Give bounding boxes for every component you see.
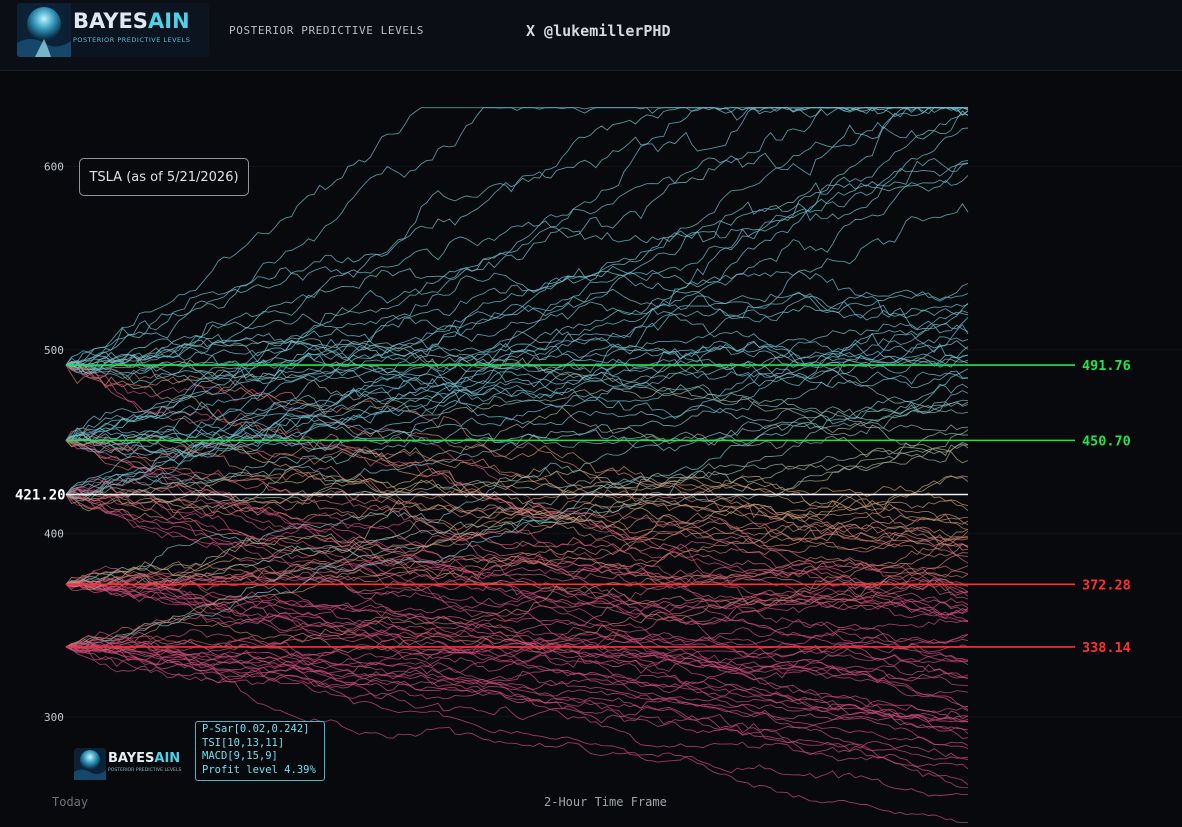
social-handle[interactable]: X @lukemillerPHD (526, 22, 671, 40)
level-label-2: 372.28 (1082, 577, 1131, 593)
sim-path (65, 107, 968, 366)
y-tick-label-400: 400 (44, 527, 64, 540)
info-line-psar: P-Sar[0.02,0.242] (202, 723, 310, 735)
mini-logo-title: BAYESAIN (108, 751, 181, 766)
info-line-macd: MACD[9,15,9] (202, 750, 278, 762)
sim-path (65, 160, 969, 441)
y-tick-label-600: 600 (44, 160, 64, 173)
mini-logo-subtitle: POSTERIOR PREDICTIVE LEVELS (108, 768, 182, 773)
logo-subtitle: POSTERIOR PREDICTIVE LEVELS (73, 36, 191, 44)
simulated-paths (65, 107, 969, 824)
sim-path (65, 202, 969, 441)
x-axis-label: 2-Hour Time Frame (544, 795, 667, 809)
bayesain-logo-icon (17, 3, 71, 57)
info-line-profit: Profit level 4.39% (202, 763, 316, 776)
nav-title[interactable]: POSTERIOR PREDICTIVE LEVELS (229, 24, 424, 37)
y-tick-label-500: 500 (44, 344, 64, 357)
sim-path (65, 302, 969, 452)
y-tick-label-300: 300 (44, 711, 64, 724)
indicator-info-box: P-Sar[0.02,0.242] TSI[10,13,11] MACD[9,1… (195, 721, 325, 781)
sim-path (65, 270, 969, 371)
sim-path (65, 552, 969, 654)
mini-logo: BAYESAIN POSTERIOR PREDICTIVE LEVELS (74, 747, 192, 783)
ticker-label-box: TSLA (as of 5/21/2026) (79, 158, 249, 196)
level-label-3: 338.14 (1082, 640, 1131, 656)
level-label-0: 491.76 (1082, 358, 1131, 374)
sim-path (65, 583, 969, 617)
grid-lines (40, 165, 1182, 718)
sim-path (65, 468, 969, 511)
level-label-1: 450.70 (1082, 433, 1131, 449)
top-bar: BAYESAIN POSTERIOR PREDICTIVE LEVELS POS… (0, 0, 1182, 71)
y-axis-ticks: 300 400 500 600 (44, 160, 64, 723)
current-price-label: 421.20 (15, 488, 66, 504)
x-axis-start-label: Today (52, 795, 89, 809)
info-line-tsi: TSI[10,13,11] (202, 736, 285, 749)
mini-logo-icon (74, 748, 106, 780)
sim-path (65, 530, 969, 648)
logo-title: BAYESAIN (73, 9, 190, 33)
bayesain-logo[interactable]: BAYESAIN POSTERIOR PREDICTIVE LEVELS (17, 3, 209, 57)
sim-path (65, 480, 969, 623)
